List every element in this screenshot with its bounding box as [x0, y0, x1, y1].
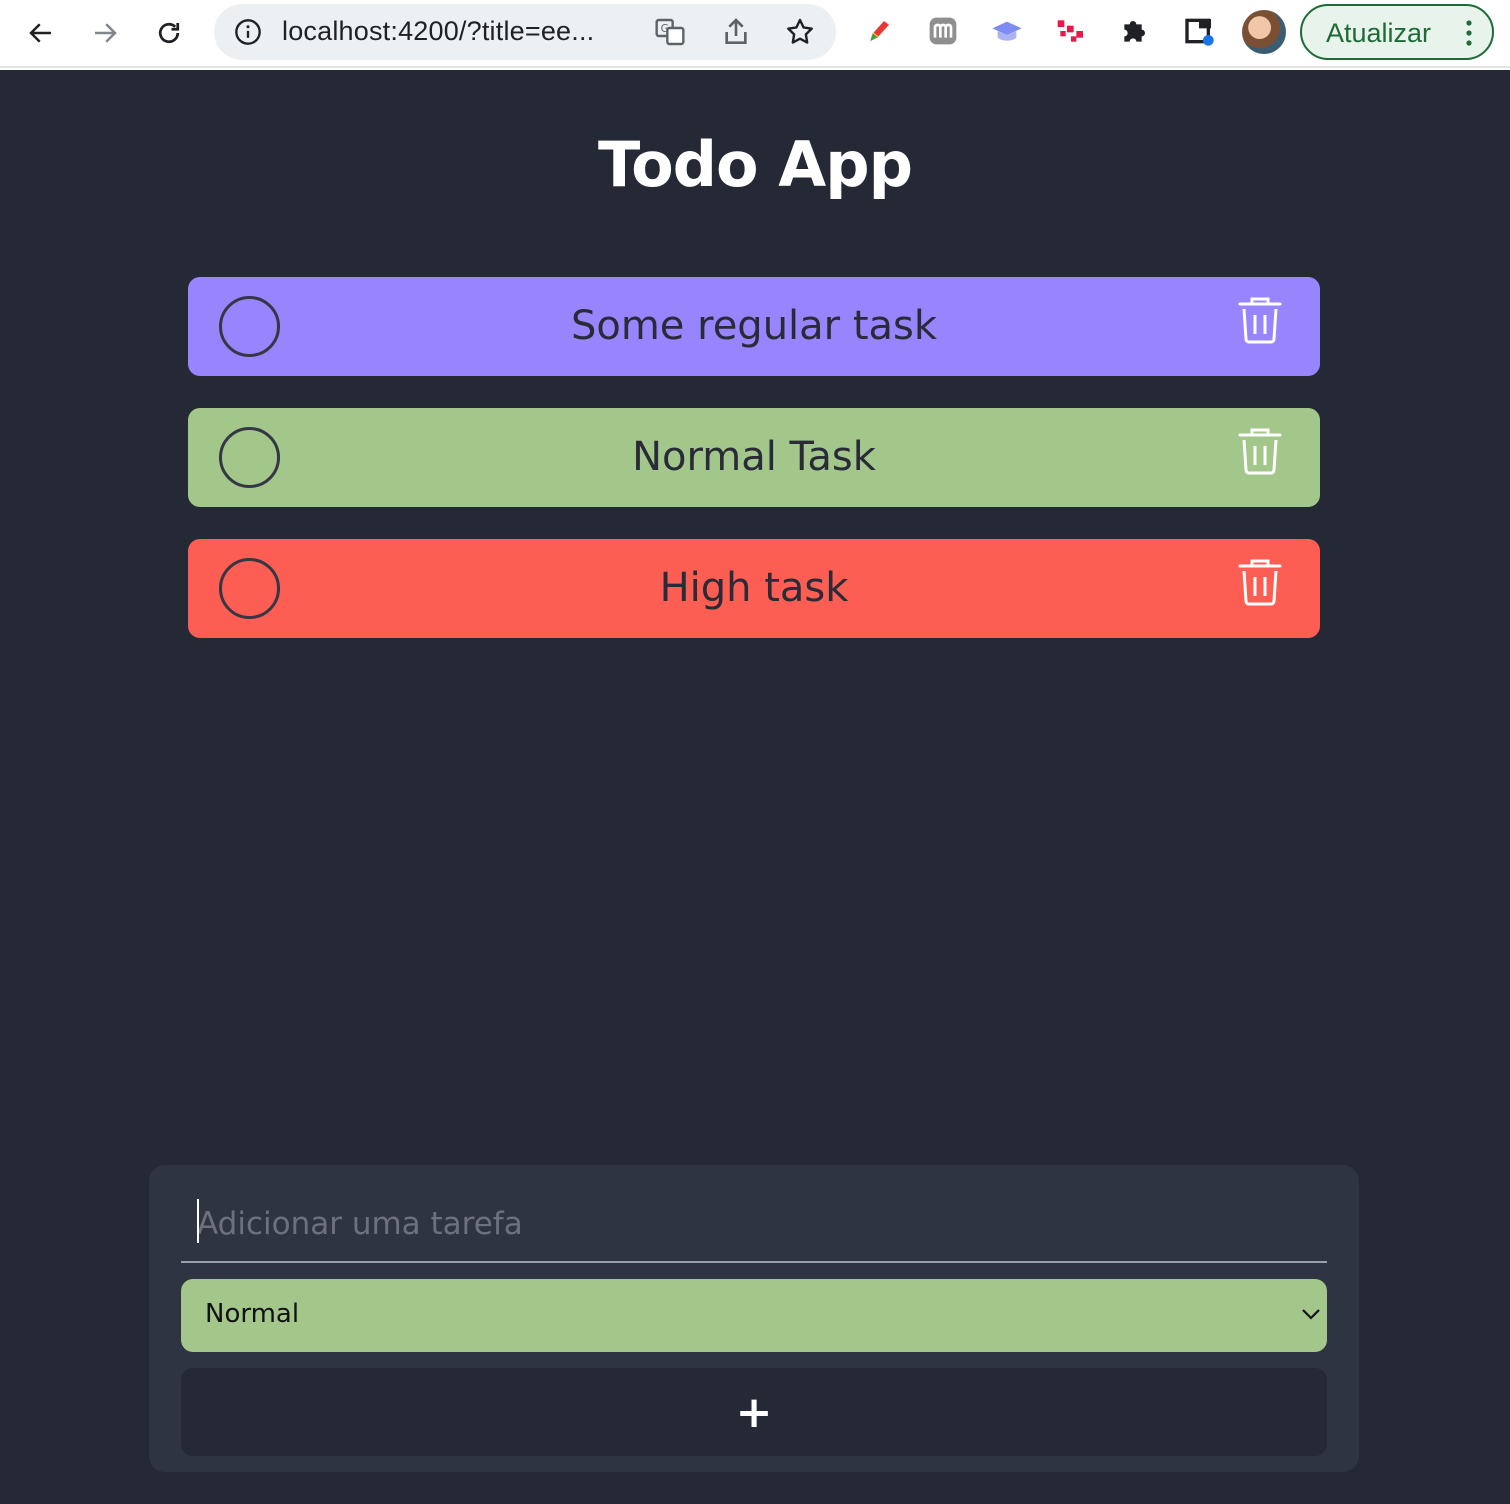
url-text: localhost:4200/?title=ee... [282, 16, 595, 46]
chevron-down-icon [1302, 1309, 1320, 1320]
profile-avatar[interactable] [1242, 10, 1286, 54]
browser-toolbar: localhost:4200/?title=ee... G Atualizar [0, 0, 1510, 68]
task-input[interactable] [181, 1187, 1327, 1263]
trash-icon[interactable] [1238, 557, 1282, 607]
trash-icon[interactable] [1238, 426, 1282, 476]
reload-button[interactable] [148, 12, 190, 54]
share-icon[interactable] [720, 16, 752, 48]
add-task-form: Normal + [149, 1165, 1359, 1472]
reload-icon [158, 22, 180, 44]
translate-icon[interactable]: G [654, 16, 686, 48]
more-vert-icon[interactable] [1466, 19, 1472, 47]
task-item: High task [188, 539, 1320, 638]
task-title: Some regular task [570, 303, 938, 349]
plus-icon: + [735, 1386, 773, 1438]
task-item: Normal Task [188, 408, 1320, 507]
arrow-right-icon [95, 23, 117, 43]
media-extension-icon[interactable] [1182, 14, 1216, 48]
bookmark-star-icon[interactable] [784, 16, 816, 48]
priority-select[interactable]: Normal [181, 1279, 1327, 1352]
site-info-icon[interactable] [234, 18, 262, 46]
svg-text:G: G [661, 22, 669, 35]
forward-button[interactable] [84, 12, 126, 54]
m-extension-icon[interactable] [926, 14, 960, 48]
puzzle-extension-icon[interactable] [1118, 14, 1152, 48]
back-button[interactable] [20, 12, 62, 54]
text-caret [197, 1199, 199, 1243]
app-page: Todo App Some regular task Normal Task H… [0, 70, 1510, 1504]
arrow-left-icon [29, 23, 51, 43]
trash-icon[interactable] [1238, 295, 1282, 345]
add-task-button[interactable]: + [181, 1368, 1327, 1456]
pencil-extension-icon[interactable] [862, 14, 896, 48]
update-button-label: Atualizar [1326, 18, 1432, 48]
priority-select-value: Normal [205, 1299, 300, 1329]
app-title: Todo App [598, 128, 913, 201]
task-item: Some regular task [188, 277, 1320, 376]
task-title: High task [659, 565, 849, 611]
update-button[interactable]: Atualizar [1300, 4, 1494, 60]
address-bar[interactable]: localhost:4200/?title=ee... G [214, 4, 836, 60]
graduation-cap-extension-icon[interactable] [990, 14, 1024, 48]
dots-extension-icon[interactable] [1054, 14, 1088, 48]
task-title: Normal Task [632, 434, 876, 480]
